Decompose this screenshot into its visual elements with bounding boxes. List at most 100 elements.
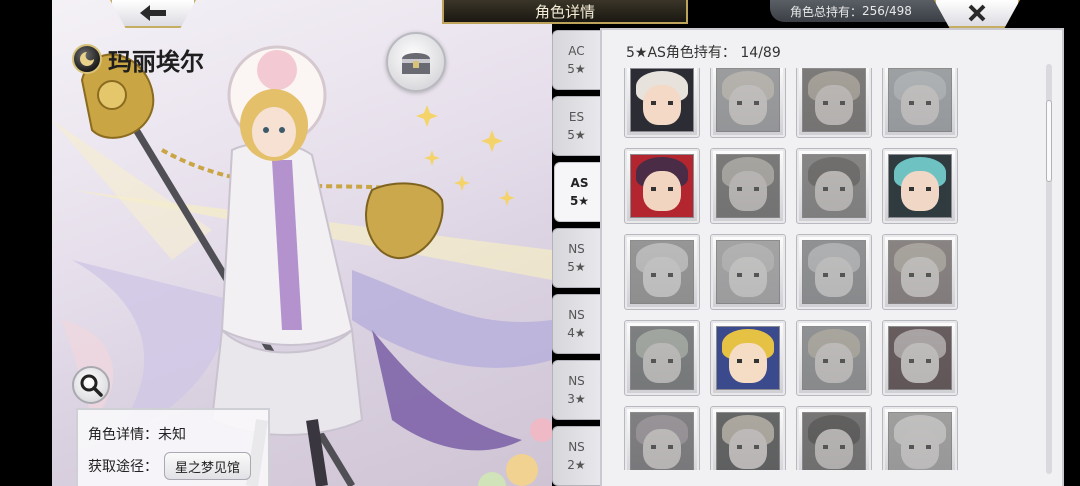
tab-line2: 5★: [567, 62, 586, 76]
total-owned-label: 角色总持有：: [790, 4, 863, 19]
character-card[interactable]: [624, 320, 700, 396]
character-portrait: [716, 412, 780, 470]
arrow-left-icon: [140, 5, 166, 21]
portrait-eyes: [822, 187, 846, 191]
tab-line1: ES: [568, 110, 585, 124]
right-edge: [1064, 0, 1080, 486]
character-portrait: [802, 240, 866, 304]
tab-line1: NS: [568, 374, 585, 388]
character-card[interactable]: [624, 148, 700, 224]
owned-count-value: 14/89: [740, 45, 781, 61]
character-portrait: [802, 68, 866, 132]
portrait-eyes: [908, 101, 932, 105]
character-card[interactable]: [882, 234, 958, 310]
page-title: 角色详情: [442, 0, 688, 24]
character-card[interactable]: [882, 320, 958, 396]
portrait-eyes: [908, 187, 932, 191]
character-portrait: [630, 68, 694, 132]
close-button[interactable]: [934, 0, 1020, 28]
character-card[interactable]: [796, 320, 872, 396]
character-portrait: [630, 326, 694, 390]
grid-scroll-thumb[interactable]: [1046, 100, 1052, 182]
tab-line1: NS: [568, 308, 585, 322]
character-card[interactable]: [796, 234, 872, 310]
character-portrait: [888, 154, 952, 218]
character-card[interactable]: [882, 148, 958, 224]
character-card[interactable]: [796, 68, 872, 138]
source-button[interactable]: 星之梦见馆: [164, 452, 252, 480]
stage: 玛丽埃尔 角色详情： 未知 获取途径： 星之梦见馆 角色详情 角色总持有： 25…: [0, 0, 1080, 486]
detail-row: 角色详情： 未知: [88, 420, 268, 448]
character-grid-panel: 5★AS角色持有： 14/89: [600, 28, 1064, 486]
detail-value: 未知: [158, 427, 186, 443]
character-card[interactable]: [624, 68, 700, 138]
character-card[interactable]: [796, 406, 872, 470]
character-card[interactable]: [710, 68, 786, 138]
character-portrait: [630, 412, 694, 470]
character-portrait: [802, 326, 866, 390]
tab-line2: 3★: [567, 392, 586, 406]
character-portrait: [716, 326, 780, 390]
character-card[interactable]: [882, 68, 958, 138]
tab-4[interactable]: NS 4★: [552, 294, 600, 354]
treasure-chest-icon: [402, 53, 430, 74]
portrait-eyes: [736, 187, 760, 191]
tab-3[interactable]: NS 5★: [552, 228, 600, 288]
portrait-eyes: [908, 273, 932, 277]
character-portrait: [888, 326, 952, 390]
character-card[interactable]: [882, 406, 958, 470]
tab-line2: 2★: [567, 458, 586, 472]
portrait-eyes: [736, 273, 760, 277]
total-owned-value: 256/498: [862, 4, 912, 18]
character-grid: [624, 68, 958, 470]
character-info-box: 角色详情： 未知 获取途径： 星之梦见馆: [76, 408, 270, 486]
tab-5[interactable]: NS 3★: [552, 360, 600, 420]
detail-label: 角色详情：: [88, 427, 158, 443]
portrait-eyes: [650, 359, 674, 363]
portrait-eyes: [736, 101, 760, 105]
character-card[interactable]: [624, 234, 700, 310]
tab-line2: 4★: [567, 326, 586, 340]
chest-button[interactable]: [386, 32, 446, 92]
character-card[interactable]: [710, 148, 786, 224]
tab-0[interactable]: AC 5★: [552, 30, 600, 90]
tab-6[interactable]: NS 2★: [552, 426, 600, 486]
portrait-eyes: [822, 101, 846, 105]
tab-line2: 5★: [569, 194, 590, 208]
portrait-eyes: [736, 445, 760, 449]
rarity-tabs: AC 5★ ES 5★ AS 5★ NS 5★ NS 4★ NS 3★ NS 2★: [550, 28, 604, 486]
character-name: 玛丽埃尔: [72, 42, 204, 76]
portrait-eyes: [908, 445, 932, 449]
close-x-icon: [968, 4, 986, 22]
left-edge: [0, 0, 52, 486]
character-portrait: [802, 412, 866, 470]
portrait-eyes: [650, 445, 674, 449]
tab-1[interactable]: ES 5★: [552, 96, 600, 156]
tab-2[interactable]: AS 5★: [554, 162, 604, 222]
character-card[interactable]: [710, 234, 786, 310]
character-card[interactable]: [710, 406, 786, 470]
tab-line1: NS: [568, 440, 585, 454]
character-portrait: [888, 412, 952, 470]
tab-line1: NS: [568, 242, 585, 256]
tab-line1: AS: [570, 176, 589, 190]
grid-header: 5★AS角色持有： 14/89: [626, 42, 781, 62]
character-card[interactable]: [624, 406, 700, 470]
portrait-eyes: [650, 101, 674, 105]
character-portrait: [630, 240, 694, 304]
character-portrait: [802, 154, 866, 218]
portrait-eyes: [908, 359, 932, 363]
source-label: 获取途径：: [88, 459, 158, 475]
total-owned-badge: 角色总持有： 256/498: [770, 0, 960, 22]
portrait-eyes: [822, 445, 846, 449]
grid-scrollbar[interactable]: [1046, 64, 1052, 474]
tab-line2: 5★: [567, 128, 586, 142]
character-portrait: [716, 154, 780, 218]
source-row: 获取途径： 星之梦见馆: [88, 452, 268, 480]
magnifier-icon: [80, 374, 103, 397]
character-card[interactable]: [796, 148, 872, 224]
zoom-button[interactable]: [72, 366, 110, 404]
portrait-eyes: [822, 273, 846, 277]
character-portrait: [630, 154, 694, 218]
character-card[interactable]: [710, 320, 786, 396]
